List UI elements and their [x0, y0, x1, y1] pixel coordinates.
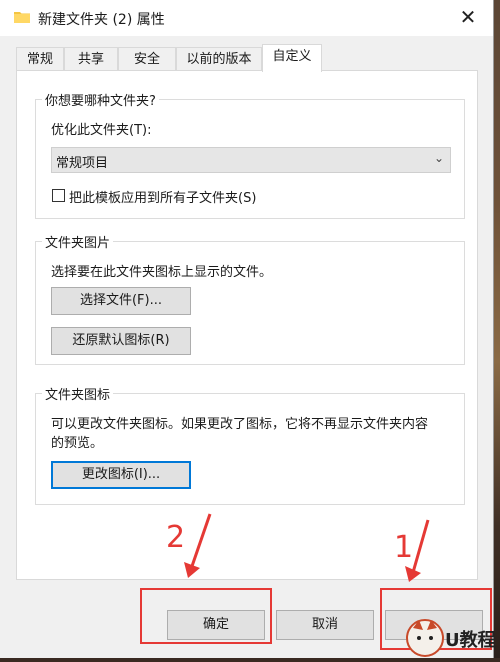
chevron-down-icon: ⌄ — [433, 151, 444, 165]
tab-general[interactable]: 常规 — [16, 47, 64, 70]
tab-panel-customize: 你想要哪种文件夹? 优化此文件夹(T): 常规项目 ⌄ 把此模板应用到所有子文件… — [16, 70, 478, 580]
tab-security[interactable]: 安全 — [118, 47, 176, 70]
window-title: 新建文件夹 (2) 属性 — [38, 12, 165, 28]
tab-previous-versions[interactable]: 以前的版本 — [176, 47, 262, 70]
annotation-box-ok — [140, 588, 272, 644]
icons-description-line1: 可以更改文件夹图标。如果更改了图标，它将不再显示文件夹内容 — [51, 417, 429, 432]
pictures-description: 选择要在此文件夹图标上显示的文件。 — [51, 265, 273, 280]
tab-customize[interactable]: 自定义 — [262, 44, 322, 72]
change-icon-button[interactable]: 更改图标(I)... — [51, 461, 191, 489]
group-title: 你想要哪种文件夹? — [42, 90, 159, 109]
fox-logo-icon: U教程 — [406, 619, 496, 657]
tab-sharing[interactable]: 共享 — [64, 47, 118, 70]
annotation-arrow-1 — [405, 519, 430, 582]
icons-description-line2: 的预览。 — [51, 436, 104, 451]
group-title: 文件夹图片 — [42, 232, 114, 251]
optimize-label: 优化此文件夹(T): — [51, 123, 152, 138]
svg-text:U教程: U教程 — [445, 629, 496, 651]
group-title: 文件夹图标 — [42, 384, 114, 403]
select-value: 常规项目 — [56, 156, 109, 171]
checkbox-label[interactable]: 把此模板应用到所有子文件夹(S) — [69, 187, 256, 206]
restore-default-button[interactable]: 还原默认图标(R) — [51, 327, 191, 355]
close-icon[interactable]: ✕ — [455, 4, 481, 30]
title-bar: 新建文件夹 (2) 属性 ✕ — [0, 0, 493, 36]
watermark-logo: U教程 — [405, 608, 500, 658]
apply-subfolders-checkbox[interactable] — [52, 189, 65, 202]
choose-file-button[interactable]: 选择文件(F)... — [51, 287, 191, 315]
annotation-arrow-2 — [184, 513, 212, 578]
folder-icon — [14, 12, 30, 23]
folder-type-select[interactable]: 常规项目 ⌄ — [51, 147, 451, 173]
cancel-button[interactable]: 取消 — [276, 610, 374, 640]
